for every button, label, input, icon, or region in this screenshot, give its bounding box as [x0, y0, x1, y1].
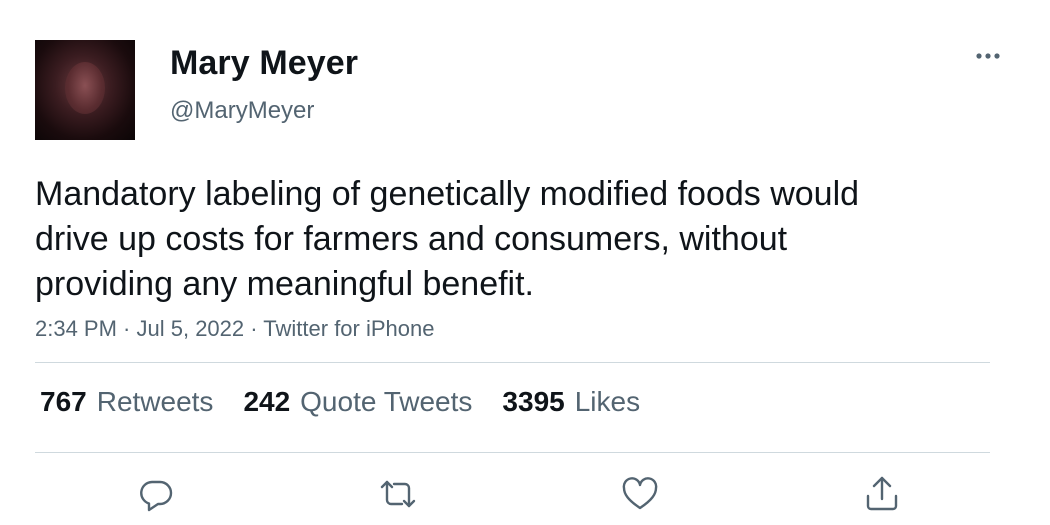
divider — [35, 362, 990, 363]
likes-label: Likes — [574, 386, 641, 417]
display-name[interactable]: Mary Meyer — [170, 44, 358, 83]
tweet-meta: 2:34 PM · Jul 5, 2022 · Twitter for iPho… — [35, 316, 434, 342]
share-button[interactable] — [862, 474, 902, 514]
tweet-date[interactable]: Jul 5, 2022 — [137, 316, 245, 341]
tweet-source[interactable]: Twitter for iPhone — [263, 316, 434, 341]
reply-icon — [140, 480, 173, 512]
retweets-label: Retweets — [96, 386, 214, 417]
retweet-icon — [380, 480, 416, 508]
heart-icon — [622, 477, 658, 510]
likes-count: 3395 — [502, 386, 565, 417]
avatar-face — [65, 62, 105, 114]
retweets-count: 767 — [40, 386, 87, 417]
meta-separator: · — [244, 316, 264, 341]
meta-separator: · — [116, 316, 137, 341]
more-horizontal-icon[interactable] — [970, 42, 1006, 70]
share-icon — [866, 476, 898, 511]
reply-button[interactable] — [136, 474, 176, 514]
retweets-stat[interactable]: 767 Retweets — [40, 386, 213, 418]
quote-tweets-count: 242 — [243, 386, 291, 417]
avatar[interactable] — [35, 40, 135, 140]
divider — [35, 452, 990, 453]
tweet-time[interactable]: 2:34 PM — [35, 316, 117, 341]
quote-tweets-label: Quote Tweets — [300, 386, 473, 417]
tweet-stats: 767 Retweets 242 Quote Tweets 3395 Likes — [40, 386, 670, 418]
likes-stat[interactable]: 3395 Likes — [502, 386, 640, 418]
tweet-text: Mandatory labeling of genetically modifi… — [35, 175, 860, 303]
quote-tweets-stat[interactable]: 242 Quote Tweets — [243, 386, 472, 418]
retweet-button[interactable] — [378, 474, 418, 514]
user-handle[interactable]: @MaryMeyer — [170, 97, 314, 125]
like-button[interactable] — [620, 474, 660, 514]
